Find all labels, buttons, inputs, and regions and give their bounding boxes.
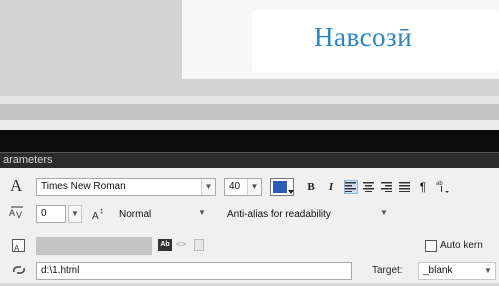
svg-text:ab: ab	[436, 181, 443, 187]
align-right-button[interactable]	[380, 180, 394, 194]
svg-text:A: A	[9, 208, 15, 218]
chevron-down-icon: ▼	[198, 208, 206, 217]
stage-title-text[interactable]: Навсозӣ	[314, 22, 494, 53]
fill-color-button[interactable]	[270, 178, 294, 196]
chevron-down-icon: ▼	[380, 208, 388, 217]
html-render-icon[interactable]: <>	[176, 239, 187, 249]
target-select[interactable]: _blank ▼	[418, 262, 496, 280]
auto-kern-checkbox[interactable]	[425, 240, 437, 252]
text-orientation-icon: ab	[436, 181, 449, 193]
bold-button[interactable]: B	[304, 180, 318, 194]
letter-spacing-dropdown[interactable]: ▼	[68, 205, 82, 223]
border-toggle-icon[interactable]	[194, 239, 204, 251]
justify-button[interactable]	[398, 180, 412, 194]
text-orientation-button[interactable]: ab	[434, 178, 452, 193]
chevron-down-icon: ▼	[201, 179, 215, 195]
stage-band-light	[0, 120, 499, 130]
font-size-value: 40	[229, 181, 241, 192]
align-center-icon	[363, 182, 374, 192]
color-swatch	[273, 181, 287, 193]
align-right-icon	[381, 182, 392, 192]
instance-name-field[interactable]	[36, 237, 152, 255]
link-row: d:\1.html Target: _blank ▼	[0, 260, 499, 286]
justify-icon	[399, 182, 410, 192]
font-family-value: Times New Roman	[41, 181, 126, 192]
target-value: _blank	[423, 265, 453, 276]
align-left-button[interactable]	[344, 180, 358, 194]
properties-panel: A Times New Roman ▼ 40 ▼ B I ¶ ab A V 0 …	[0, 168, 499, 283]
auto-kern-label: Auto kern	[440, 240, 483, 251]
align-center-button[interactable]	[362, 180, 376, 194]
anti-alias-select[interactable]: Anti-alias for readability ▼	[224, 206, 394, 224]
svg-text:A: A	[92, 211, 99, 221]
url-value: d:\1.html	[41, 265, 80, 276]
chevron-down-icon: ▼	[69, 206, 81, 222]
url-input[interactable]: d:\1.html	[36, 262, 352, 280]
timeline-bar	[0, 130, 499, 152]
text-type-icon: A	[10, 176, 23, 195]
stage-divider	[0, 96, 499, 104]
letter-spacing-value: 0	[41, 208, 47, 219]
svg-text:‡: ‡	[100, 209, 103, 215]
char-position-value: Normal	[119, 209, 152, 220]
letter-spacing-icon: A V	[9, 206, 27, 222]
paragraph-button[interactable]: ¶	[416, 180, 430, 194]
text-field-icon: A	[12, 239, 25, 253]
italic-button[interactable]: I	[324, 180, 338, 194]
font-size-select[interactable]: 40 ▼	[224, 178, 262, 196]
chevron-down-icon: ▼	[481, 263, 495, 279]
letter-spacing-input[interactable]: 0	[36, 205, 66, 223]
svg-text:V: V	[16, 210, 22, 220]
stage-band	[0, 104, 499, 120]
char-position-icon: A ‡	[92, 207, 108, 224]
properties-header: arameters	[0, 152, 499, 169]
svg-text:A: A	[14, 244, 20, 253]
anti-alias-value: Anti-alias for readability	[227, 209, 331, 220]
stage-area: Навсозӣ	[0, 0, 499, 136]
font-family-select[interactable]: Times New Roman ▼	[36, 178, 216, 196]
char-position-select[interactable]: Normal ▼	[116, 206, 212, 224]
spacing-row: A V 0 ▼ A ‡ Normal ▼ Anti-alias for read…	[0, 203, 499, 229]
target-label: Target:	[372, 265, 403, 276]
link-icon	[12, 264, 26, 279]
options-row: A Ab <> Auto kern	[0, 236, 499, 262]
chevron-down-icon: ▼	[247, 179, 261, 195]
selectable-button[interactable]: Ab	[158, 239, 172, 251]
align-left-icon	[345, 182, 356, 192]
properties-title: arameters	[3, 154, 53, 166]
font-row: A Times New Roman ▼ 40 ▼ B I ¶ ab	[0, 176, 499, 202]
color-dropdown-icon	[288, 190, 294, 194]
